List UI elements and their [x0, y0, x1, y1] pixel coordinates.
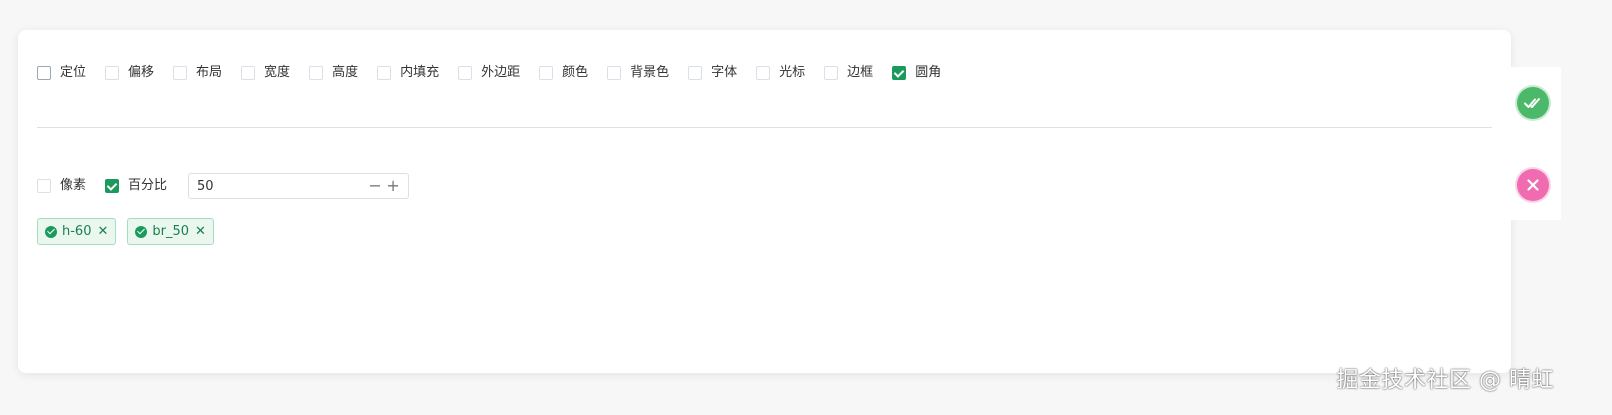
property-checkbox-border[interactable]: 边框 — [824, 64, 873, 82]
property-checkbox-layout[interactable]: 布局 — [173, 64, 222, 82]
checkbox-box[interactable] — [539, 66, 554, 80]
checkbox-box[interactable] — [824, 66, 839, 80]
close-icon — [1527, 179, 1539, 191]
unit-checkbox-percent[interactable]: 百分比 — [105, 177, 167, 195]
checkbox-label: 高度 — [332, 65, 359, 80]
checkbox-box[interactable] — [688, 66, 703, 80]
checkbox-label: 宽度 — [264, 65, 291, 80]
property-checkbox-margin[interactable]: 外边距 — [458, 64, 520, 82]
tag-label: br_50 — [152, 224, 190, 239]
close-icon[interactable]: ✕ — [97, 224, 108, 239]
checkbox-label: 外边距 — [481, 65, 521, 80]
cancel-button[interactable] — [1517, 169, 1549, 201]
value-input[interactable] — [189, 178, 358, 194]
class-tag: h-60 ✕ — [37, 218, 117, 245]
class-tag: br_50 ✕ — [127, 218, 214, 245]
checkbox-box[interactable] — [241, 66, 256, 80]
close-icon[interactable]: ✕ — [195, 224, 206, 239]
tag-label: h-60 — [62, 224, 92, 239]
check-circle-icon — [45, 225, 57, 238]
property-checkbox-position[interactable]: 定位 — [37, 64, 86, 82]
checkbox-box[interactable] — [458, 66, 473, 80]
checkbox-box[interactable] — [173, 66, 188, 80]
checkbox-box-checked[interactable] — [105, 179, 120, 193]
checkbox-label: 内填充 — [400, 65, 440, 80]
checkbox-label: 颜色 — [562, 65, 589, 80]
property-checkbox-height[interactable]: 高度 — [309, 64, 358, 82]
property-checkbox-color[interactable]: 颜色 — [539, 64, 588, 82]
checkbox-box-checked[interactable] — [892, 66, 907, 80]
checkbox-box[interactable] — [607, 66, 622, 80]
unit-checkbox-pixel[interactable]: 像素 — [37, 177, 86, 195]
value-stepper: − + — [188, 173, 410, 199]
checkbox-box[interactable] — [756, 66, 771, 80]
checkbox-box[interactable] — [37, 66, 51, 80]
watermark: 掘金技术社区 @ 晴虹 — [1336, 368, 1554, 393]
checkbox-label: 光标 — [779, 65, 806, 80]
checkbox-box[interactable] — [377, 66, 392, 80]
style-panel: 定位 偏移 布局 宽度 高度 内填充 外边距 颜色 背景色 字体 光标 边框 圆… — [18, 30, 1511, 373]
property-checkbox-width[interactable]: 宽度 — [241, 64, 290, 82]
property-checkbox-offset[interactable]: 偏移 — [105, 64, 154, 82]
checkbox-label: 偏移 — [128, 65, 155, 80]
check-circle-icon — [135, 225, 148, 238]
confirm-button[interactable] — [1517, 87, 1549, 119]
checkbox-box[interactable] — [309, 66, 324, 80]
property-checkbox-padding[interactable]: 内填充 — [377, 64, 439, 82]
property-checkbox-row: 定位 偏移 布局 宽度 高度 内填充 外边距 颜色 背景色 字体 光标 边框 圆… — [37, 64, 960, 82]
divider — [37, 127, 1492, 128]
property-checkbox-font[interactable]: 字体 — [688, 64, 737, 82]
tag-list: h-60 ✕ br_50 ✕ — [37, 218, 225, 245]
checkbox-label: 定位 — [60, 65, 87, 80]
checkbox-box[interactable] — [105, 66, 120, 80]
property-checkbox-cursor[interactable]: 光标 — [756, 64, 805, 82]
checkbox-label: 布局 — [196, 65, 223, 80]
unit-row: 像素 百分比 − + — [37, 173, 410, 199]
property-checkbox-background[interactable]: 背景色 — [607, 64, 669, 82]
checkbox-label: 像素 — [60, 178, 87, 193]
checkbox-label: 背景色 — [630, 65, 670, 80]
property-checkbox-radius[interactable]: 圆角 — [892, 64, 941, 82]
double-check-icon — [1524, 98, 1540, 108]
checkbox-label: 字体 — [711, 65, 738, 80]
checkbox-label: 百分比 — [128, 178, 168, 193]
checkbox-box[interactable] — [37, 179, 51, 193]
increment-button[interactable]: + — [386, 178, 400, 194]
checkbox-label: 边框 — [847, 65, 874, 80]
decrement-button[interactable]: − — [368, 178, 382, 194]
checkbox-label: 圆角 — [915, 65, 942, 80]
